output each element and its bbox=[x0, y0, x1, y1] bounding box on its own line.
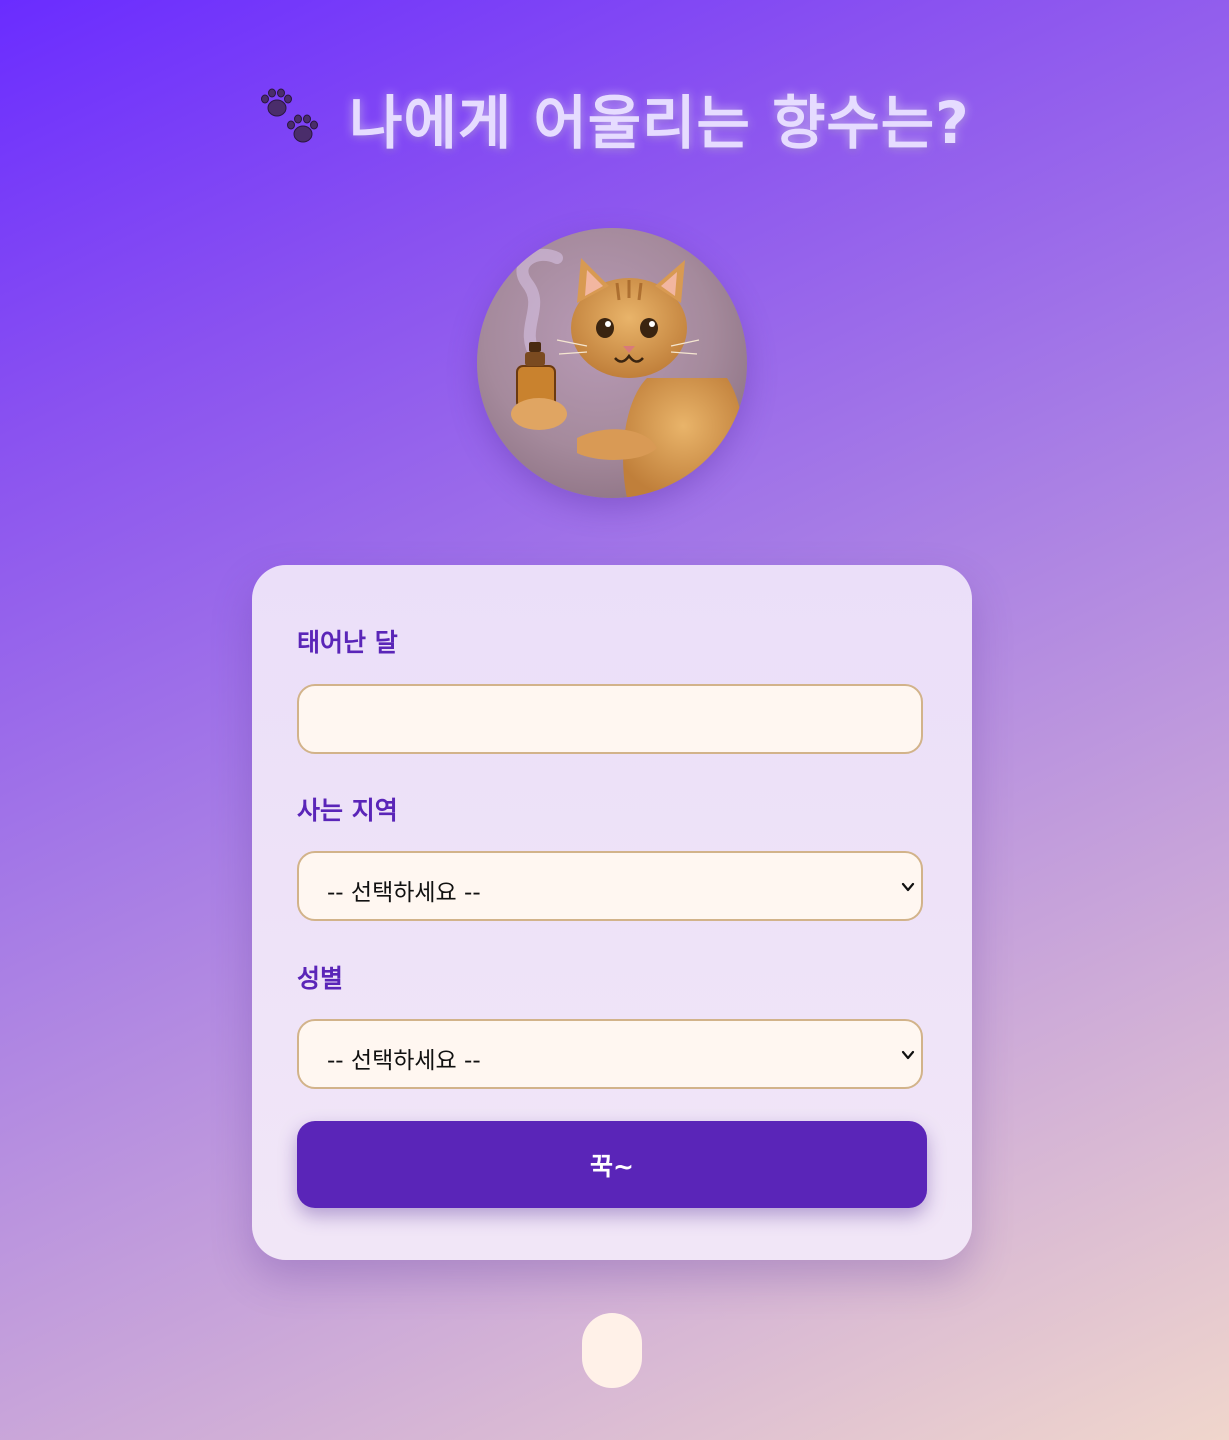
birth-month-label: 태어난 달 bbox=[297, 628, 398, 657]
page-title-text: 나에게 어울리는 향수는? bbox=[349, 89, 970, 157]
gender-selected-value: -- 선택하세요 -- bbox=[327, 1048, 481, 1074]
gender-select[interactable]: -- 선택하세요 -- bbox=[297, 1019, 923, 1089]
chevron-down-icon bbox=[901, 882, 915, 892]
region-label: 사는 지역 bbox=[297, 796, 398, 825]
perfume-form-card: 태어난 달 사는 지역 -- 선택하세요 -- 성별 -- 선택하세요 -- 꾹… bbox=[252, 565, 972, 1260]
submit-button-label: 꾹~ bbox=[590, 1151, 634, 1181]
paw-prints-icon bbox=[261, 88, 319, 143]
page-title: 나에게 어울리는 향수는? bbox=[0, 76, 1229, 160]
region-select[interactable]: -- 선택하세요 -- bbox=[297, 851, 923, 921]
gender-label: 성별 bbox=[297, 964, 344, 993]
chevron-down-icon bbox=[901, 1050, 915, 1060]
region-selected-value: -- 선택하세요 -- bbox=[327, 880, 481, 906]
avatar bbox=[477, 228, 747, 498]
birth-month-input[interactable] bbox=[297, 684, 923, 754]
result-pill bbox=[582, 1313, 642, 1388]
cat-with-perfume-illustration bbox=[477, 228, 747, 498]
submit-button[interactable]: 꾹~ bbox=[297, 1121, 927, 1208]
